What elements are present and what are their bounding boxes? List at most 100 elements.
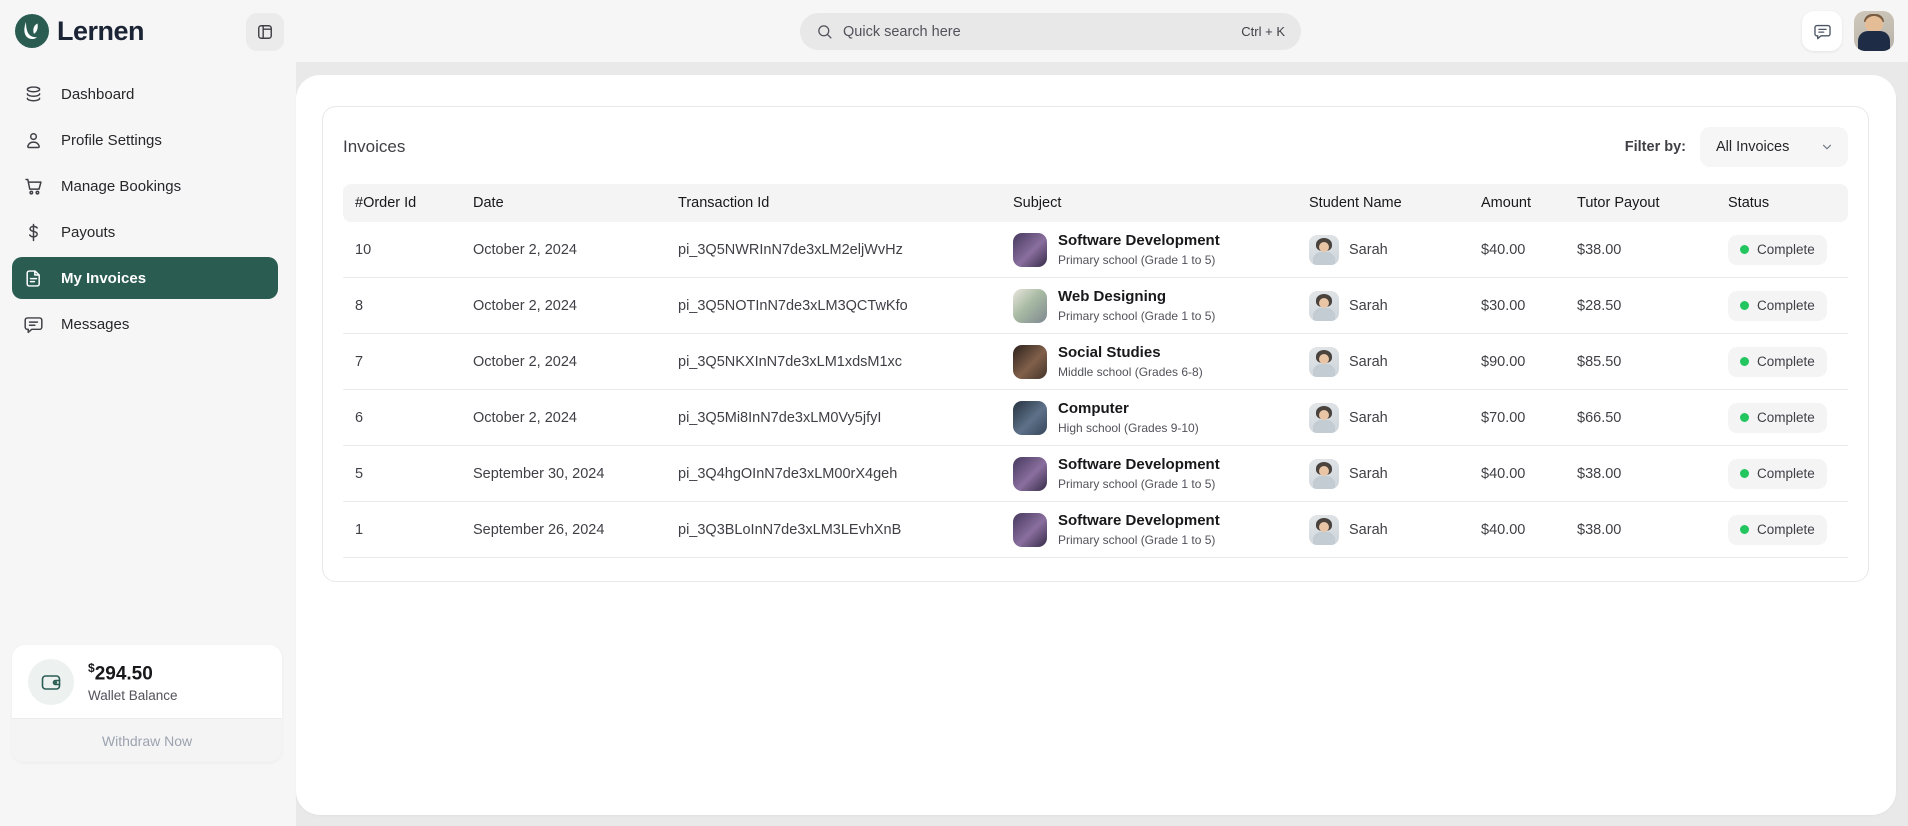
status-dot — [1740, 357, 1749, 366]
cell-transaction-id: pi_3Q4hgOInN7de3xLM00rX4geh — [666, 466, 1001, 482]
sidebar-item-profile-settings[interactable]: Profile Settings — [12, 119, 278, 161]
subject-thumbnail — [1013, 513, 1047, 547]
wallet-label: Wallet Balance — [88, 688, 178, 703]
withdraw-now-button[interactable]: Withdraw Now — [12, 718, 282, 762]
student-avatar-body — [1313, 476, 1335, 489]
search-shortcut: Ctrl + K — [1241, 24, 1285, 39]
cell-transaction-id: pi_3Q3BLoInN7de3xLM3LEvhXnB — [666, 522, 1001, 538]
table-row: 8 October 2, 2024 pi_3Q5NOTInN7de3xLM3QC… — [343, 278, 1848, 334]
header-student-name: Student Name — [1297, 195, 1469, 211]
cell-payout: $66.50 — [1565, 410, 1716, 426]
subject-thumbnail — [1013, 233, 1047, 267]
sidebar-item-messages[interactable]: Messages — [12, 303, 278, 345]
filter-dropdown[interactable]: All Invoices — [1700, 127, 1848, 167]
status-badge: Complete — [1728, 291, 1827, 321]
status-text: Complete — [1757, 298, 1815, 313]
cell-status: Complete — [1716, 347, 1848, 377]
app-logo: Lernen — [14, 13, 144, 49]
avatar-face — [1865, 16, 1883, 32]
subject-detail: Primary school (Grade 1 to 5) — [1058, 533, 1220, 547]
dollar-icon — [23, 222, 44, 243]
cell-transaction-id: pi_3Q5Mi8InN7de3xLM0Vy5jfyI — [666, 410, 1001, 426]
messages-button[interactable] — [1802, 11, 1842, 51]
cell-subject: Web Designing Primary school (Grade 1 to… — [1001, 288, 1297, 323]
main-panel: Invoices Filter by: All Invoices — [296, 75, 1896, 815]
app-name: Lernen — [57, 16, 144, 47]
search-icon — [816, 23, 833, 40]
student-avatar-face — [1319, 298, 1329, 308]
sidebar-item-label: Payouts — [61, 224, 115, 241]
subject-thumbnail — [1013, 345, 1047, 379]
cell-amount: $70.00 — [1469, 410, 1565, 426]
cell-payout: $38.00 — [1565, 242, 1716, 258]
table-row: 5 September 30, 2024 pi_3Q4hgOInN7de3xLM… — [343, 446, 1848, 502]
subject-detail: High school (Grades 9-10) — [1058, 421, 1199, 435]
student-avatar — [1309, 235, 1339, 265]
invoice-icon — [23, 268, 44, 289]
cell-date: October 2, 2024 — [461, 354, 666, 370]
student-avatar — [1309, 347, 1339, 377]
sidebar-item-payouts[interactable]: Payouts — [12, 211, 278, 253]
cell-student: Sarah — [1297, 459, 1469, 489]
subject-detail: Primary school (Grade 1 to 5) — [1058, 253, 1220, 267]
sidebar-item-my-invoices[interactable]: My Invoices — [12, 257, 278, 299]
status-badge: Complete — [1728, 459, 1827, 489]
layers-icon — [23, 84, 44, 105]
subject-detail: Primary school (Grade 1 to 5) — [1058, 477, 1220, 491]
status-badge: Complete — [1728, 403, 1827, 433]
student-avatar-face — [1319, 242, 1329, 252]
user-avatar[interactable] — [1854, 11, 1894, 51]
cell-payout: $38.00 — [1565, 522, 1716, 538]
student-avatar-face — [1319, 522, 1329, 532]
status-dot — [1740, 245, 1749, 254]
cell-payout: $28.50 — [1565, 298, 1716, 314]
status-text: Complete — [1757, 410, 1815, 425]
sidebar-item-label: Messages — [61, 316, 129, 333]
invoices-card: Invoices Filter by: All Invoices — [322, 106, 1869, 582]
subject-title: Social Studies — [1058, 344, 1203, 362]
status-badge: Complete — [1728, 515, 1827, 545]
table-row: 7 October 2, 2024 pi_3Q5NKXInN7de3xLM1xd… — [343, 334, 1848, 390]
sidebar-item-label: Dashboard — [61, 86, 134, 103]
cell-date: September 26, 2024 — [461, 522, 666, 538]
avatar-body — [1858, 31, 1890, 51]
cell-status: Complete — [1716, 291, 1848, 321]
cell-date: October 2, 2024 — [461, 410, 666, 426]
cell-order-id: 6 — [343, 410, 461, 426]
table-row: 10 October 2, 2024 pi_3Q5NWRInN7de3xLM2e… — [343, 222, 1848, 278]
cell-date: October 2, 2024 — [461, 298, 666, 314]
cell-subject: Social Studies Middle school (Grades 6-8… — [1001, 344, 1297, 379]
header-transaction-id: Transaction Id — [666, 195, 1001, 211]
cell-transaction-id: pi_3Q5NKXInN7de3xLM1xdsM1xc — [666, 354, 1001, 370]
table-row: 1 September 26, 2024 pi_3Q3BLoInN7de3xLM… — [343, 502, 1848, 558]
status-text: Complete — [1757, 522, 1815, 537]
cell-payout: $38.00 — [1565, 466, 1716, 482]
status-text: Complete — [1757, 354, 1815, 369]
cell-order-id: 1 — [343, 522, 461, 538]
cell-transaction-id: pi_3Q5NOTInN7de3xLM3QCTwKfo — [666, 298, 1001, 314]
sidebar-item-dashboard[interactable]: Dashboard — [12, 73, 278, 115]
sidebar: Dashboard Profile Settings Manage Bookin… — [0, 62, 296, 826]
page-title: Invoices — [343, 137, 405, 157]
subject-detail: Primary school (Grade 1 to 5) — [1058, 309, 1215, 323]
cell-status: Complete — [1716, 235, 1848, 265]
subject-detail: Middle school (Grades 6-8) — [1058, 365, 1203, 379]
cell-subject: Software Development Primary school (Gra… — [1001, 232, 1297, 267]
student-name: Sarah — [1349, 466, 1388, 482]
header-tutor-payout: Tutor Payout — [1565, 195, 1716, 211]
student-avatar-body — [1313, 420, 1335, 433]
cell-amount: $40.00 — [1469, 466, 1565, 482]
cell-subject: Software Development Primary school (Gra… — [1001, 512, 1297, 547]
main-content-area: Invoices Filter by: All Invoices — [296, 62, 1908, 826]
student-name: Sarah — [1349, 522, 1388, 538]
sidebar-collapse-button[interactable] — [246, 13, 284, 51]
subject-title: Software Development — [1058, 456, 1220, 474]
student-avatar-body — [1313, 252, 1335, 265]
search-input[interactable] — [843, 24, 1231, 40]
sidebar-item-manage-bookings[interactable]: Manage Bookings — [12, 165, 278, 207]
wallet-card: $294.50 Wallet Balance Withdraw Now — [12, 645, 282, 762]
chevron-down-icon — [1820, 140, 1834, 154]
sidebar-item-label: Profile Settings — [61, 132, 162, 149]
subject-thumbnail — [1013, 289, 1047, 323]
search-bar[interactable]: Ctrl + K — [800, 13, 1301, 50]
